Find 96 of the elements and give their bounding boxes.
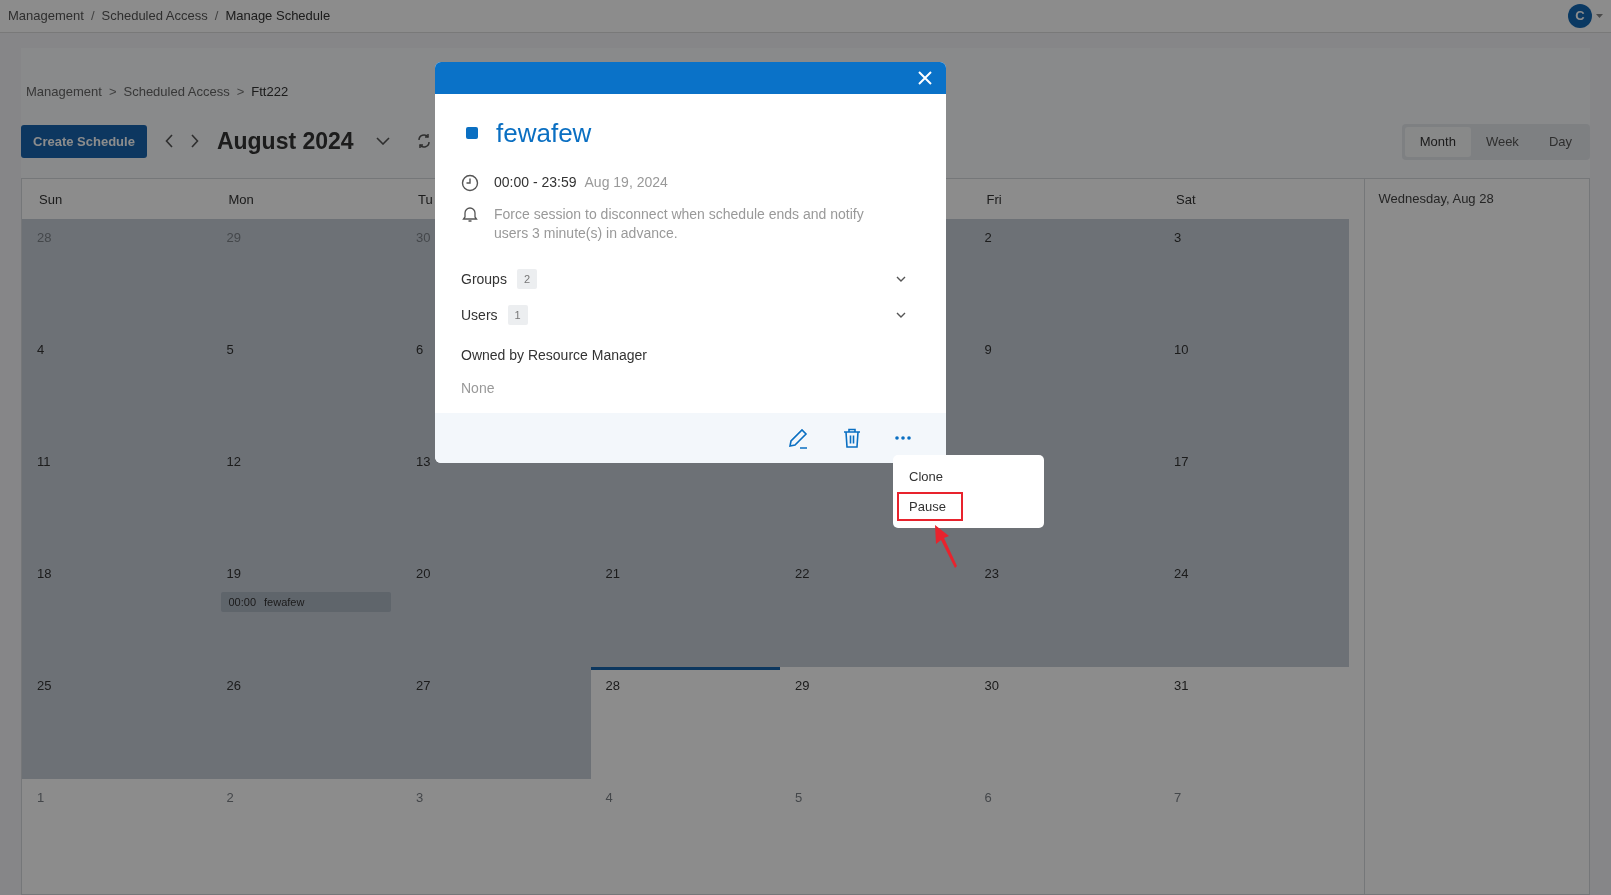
menu-item[interactable]: Pause <box>897 491 963 521</box>
day-cell[interactable]: 7 <box>1159 779 1349 891</box>
day-number: 19 <box>226 565 241 583</box>
event-time-range: 00:00 - 23:59 <box>494 173 577 192</box>
day-cell[interactable]: 2 <box>211 779 401 891</box>
day-number: 5 <box>226 341 234 359</box>
day-cell[interactable]: 6 <box>969 779 1159 891</box>
day-number: 23 <box>984 565 999 583</box>
day-cell[interactable]: 5 <box>780 779 970 891</box>
chevron-down-icon[interactable] <box>375 137 390 146</box>
day-number: 2 <box>226 789 234 807</box>
annotation-arrow <box>933 524 959 570</box>
count-badge: 2 <box>516 268 538 290</box>
weekday-header: Fri <box>986 192 1002 207</box>
breadcrumb-current: Ftt222 <box>251 82 289 101</box>
day-number: 4 <box>37 341 45 359</box>
day-number: 21 <box>605 565 620 583</box>
day-cell[interactable]: 30 <box>969 667 1159 779</box>
breadcrumb-separator: > <box>108 82 117 101</box>
breadcrumb-link[interactable]: Scheduled Access <box>123 81 230 102</box>
day-cell[interactable]: 29 <box>780 667 970 779</box>
chevron-down-icon <box>896 276 906 282</box>
weekday-header: Sun <box>39 192 63 207</box>
event-chip[interactable]: 00:00 fewafew <box>220 591 391 612</box>
day-number: 12 <box>226 453 241 471</box>
event-date: Aug 19, 2024 <box>584 173 668 192</box>
chevron-left-icon[interactable] <box>164 134 174 149</box>
collapsible-section[interactable]: Users 1 <box>461 297 920 333</box>
day-number: 9 <box>984 341 992 359</box>
day-number: 26 <box>226 677 241 695</box>
day-number: 28 <box>605 677 620 695</box>
day-number: 3 <box>1174 229 1182 247</box>
today-cell[interactable]: 28 <box>590 667 780 779</box>
close-icon[interactable] <box>918 71 932 85</box>
section-label: Users <box>461 305 498 325</box>
event-title: fewafew <box>264 594 305 610</box>
day-number: 18 <box>37 565 52 583</box>
collapsible-section[interactable]: Groups 2 <box>461 261 920 297</box>
breadcrumb-separator: > <box>236 82 245 101</box>
day-number: 1 <box>37 789 45 807</box>
refresh-icon[interactable] <box>415 133 432 150</box>
breadcrumb-separator: / <box>214 7 219 26</box>
day-number: 6 <box>984 789 992 807</box>
day-number: 11 <box>37 453 51 471</box>
view-tab[interactable]: Month <box>1404 127 1471 157</box>
event-time: 00:00 <box>228 594 257 610</box>
owner-value: None <box>461 379 496 398</box>
more-icon[interactable] <box>895 436 911 440</box>
day-number: 6 <box>416 341 424 359</box>
day-number: 10 <box>1174 341 1189 359</box>
breadcrumb-current: Manage Schedule <box>225 7 331 26</box>
day-number: 29 <box>795 677 810 695</box>
bell-icon <box>461 205 479 223</box>
month-title: August 2024 <box>216 127 354 156</box>
notification-note: Force session to disconnect when schedule ends and notify users 3 minute(s) in advance. <box>494 205 865 243</box>
chevron-right-icon[interactable] <box>189 134 199 149</box>
day-number: 13 <box>416 453 431 471</box>
breadcrumb-separator: / <box>90 7 95 26</box>
day-cell[interactable]: 4 <box>590 779 780 891</box>
day-number: 30 <box>984 677 999 695</box>
view-tab[interactable]: Day <box>1533 127 1587 157</box>
section-label: Groups <box>461 269 507 289</box>
view-tab[interactable]: Week <box>1470 127 1534 157</box>
day-number: 7 <box>1174 789 1182 807</box>
weekday-header: Mon <box>228 192 254 207</box>
day-number: 24 <box>1174 565 1189 583</box>
breadcrumb-link[interactable]: Scheduled Access <box>101 6 208 26</box>
side-panel-title: Wednesday, Aug 28 <box>1378 190 1495 208</box>
breadcrumb-link[interactable]: Management <box>8 6 84 26</box>
day-number: 2 <box>984 229 992 247</box>
clock-icon <box>461 173 479 192</box>
day-number: 5 <box>795 789 803 807</box>
day-number: 20 <box>416 565 431 583</box>
create-schedule-button[interactable]: Create Schedule <box>21 124 147 158</box>
weekday-header: Tu <box>418 192 433 207</box>
day-number: 4 <box>605 789 613 807</box>
weekday-header: Sat <box>1176 192 1196 207</box>
owner-label: Owned by Resource Manager <box>461 346 648 365</box>
trash-icon[interactable] <box>843 428 861 448</box>
menu-item[interactable]: Clone <box>897 462 963 492</box>
day-number: 22 <box>795 565 810 583</box>
breadcrumb-link[interactable]: Management <box>26 81 102 102</box>
day-cell[interactable]: 31 <box>1159 667 1349 779</box>
day-number: 25 <box>37 677 52 695</box>
pencil-icon[interactable] <box>787 427 809 449</box>
day-cell[interactable]: 3 <box>401 779 591 891</box>
day-number: 3 <box>416 789 424 807</box>
count-badge: 1 <box>507 304 528 326</box>
chevron-down-icon <box>896 312 906 318</box>
day-number: 17 <box>1174 453 1189 471</box>
event-title: fewafew <box>496 120 592 146</box>
user-avatar[interactable]: C <box>1568 4 1592 28</box>
day-number: 27 <box>416 677 431 695</box>
caret-icon[interactable] <box>1596 14 1603 18</box>
day-number: 31 <box>1174 677 1189 695</box>
day-cell[interactable]: 1 <box>22 779 212 891</box>
